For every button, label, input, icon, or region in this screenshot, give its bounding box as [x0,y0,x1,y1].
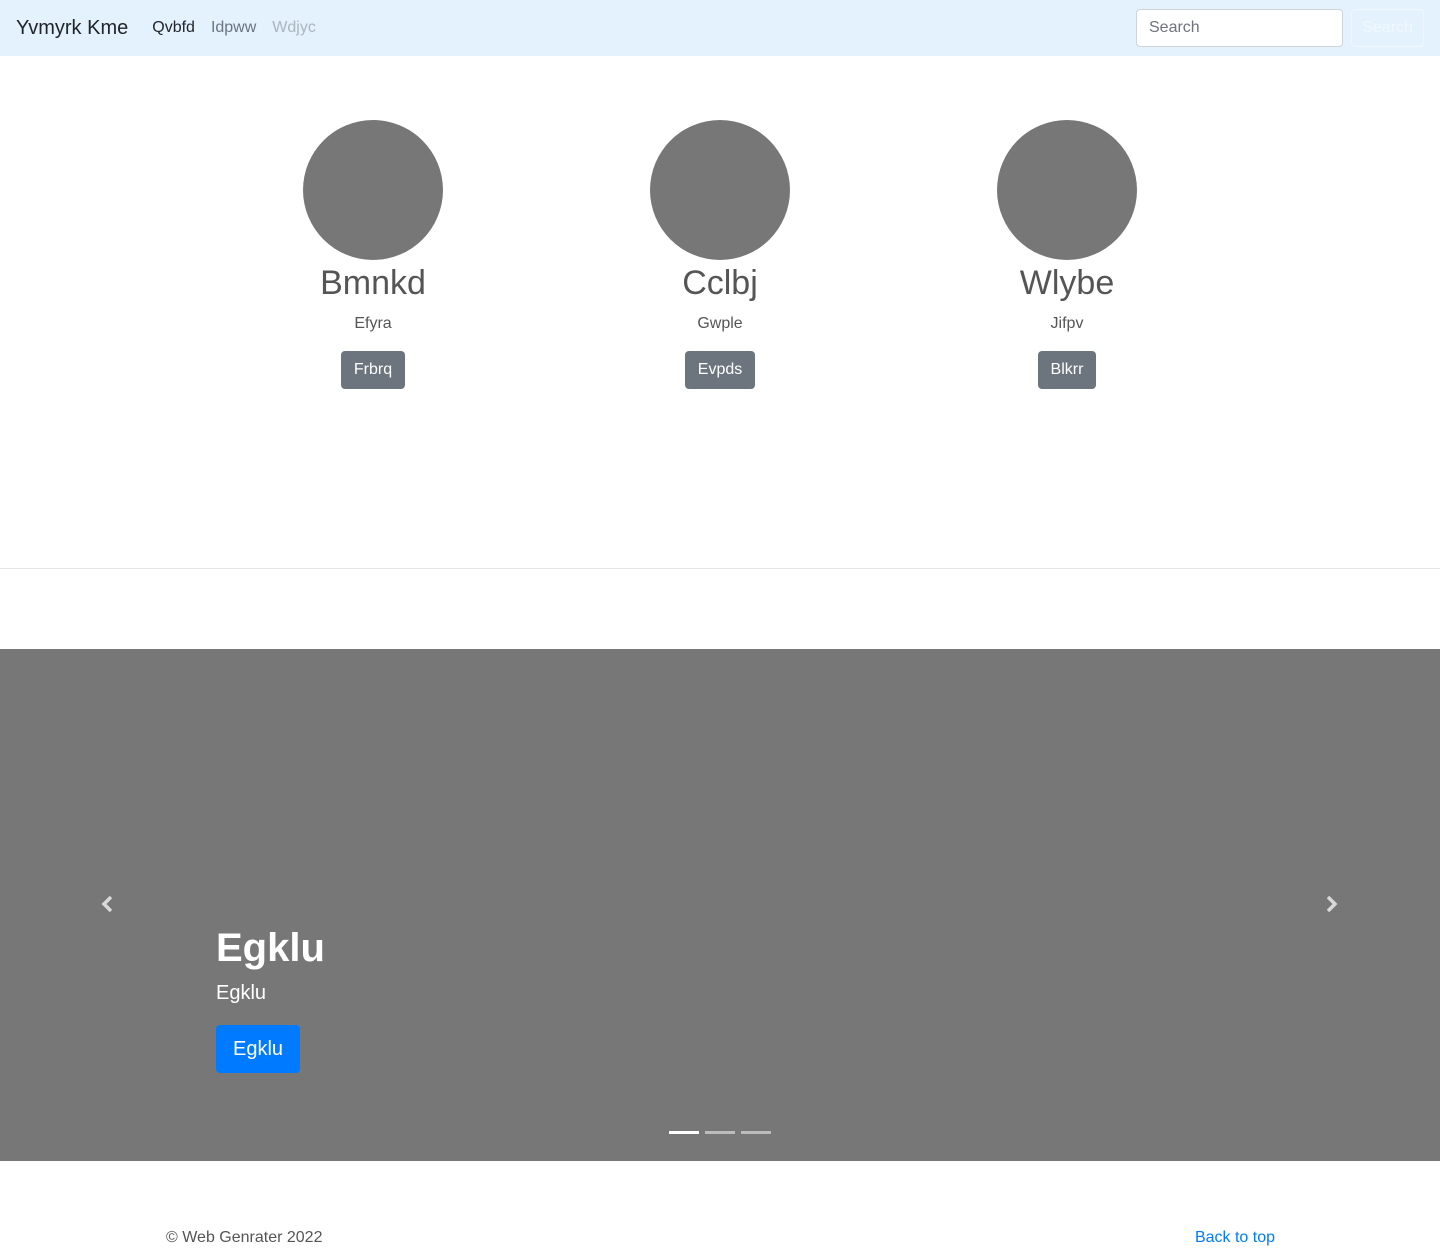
profile-subtitle: Gwple [697,314,743,332]
profile-card: Cclbj Gwple Evpds [570,120,870,389]
search-button[interactable]: Search [1351,9,1424,47]
avatar [997,120,1137,260]
search-form: Search [1136,9,1424,47]
search-input[interactable] [1136,9,1343,47]
profile-button[interactable]: Frbrq [340,350,406,389]
divider [0,568,1440,569]
carousel-indicators [669,1131,777,1134]
profile-button[interactable]: Evpds [684,350,756,389]
carousel-caption-title: Egklu [216,926,325,970]
profile-button[interactable]: Blkrr [1037,350,1097,389]
profile-name: Cclbj [682,264,758,302]
nav-link-qvbfd[interactable]: Qvbfd [152,20,195,36]
carousel-caption-text: Egklu [216,982,267,1004]
carousel-indicator[interactable] [705,1131,735,1134]
carousel-indicator[interactable] [669,1131,699,1134]
carousel-caption-button[interactable]: Egklu [216,1025,301,1073]
profile-card: Bmnkd Efyra Frbrq [223,120,523,389]
avatar [650,120,790,260]
profile-subtitle: Jifpv [1050,314,1084,332]
carousel-prev-button[interactable] [93,891,123,921]
profile-card: Wlybe Jifpv Blkrr [917,120,1217,389]
footer-copyright: © Web Genrater 2022 [166,1229,323,1246]
nav-link-wdjyc: Wdjyc [272,19,316,36]
back-to-top-link[interactable]: Back to top [1195,1228,1275,1247]
chevron-right-icon [1321,894,1341,919]
profile-name: Bmnkd [320,264,426,302]
navbar: Yvmyrk Kme Qvbfd Idpww Wdjyc Search [0,0,1440,56]
avatar [303,120,443,260]
carousel-next-button[interactable] [1316,891,1346,921]
profile-subtitle: Efyra [354,314,392,332]
profile-name: Wlybe [1019,264,1115,302]
chevron-left-icon [98,894,118,919]
carousel-indicator[interactable] [741,1131,771,1134]
nav-link-idpww[interactable]: Idpww [211,20,256,36]
carousel: Egklu Egklu Egklu [0,649,1440,1161]
carousel-caption: Egklu Egklu Egklu [216,924,325,1073]
navbar-brand[interactable]: Yvmyrk Kme [16,18,128,38]
